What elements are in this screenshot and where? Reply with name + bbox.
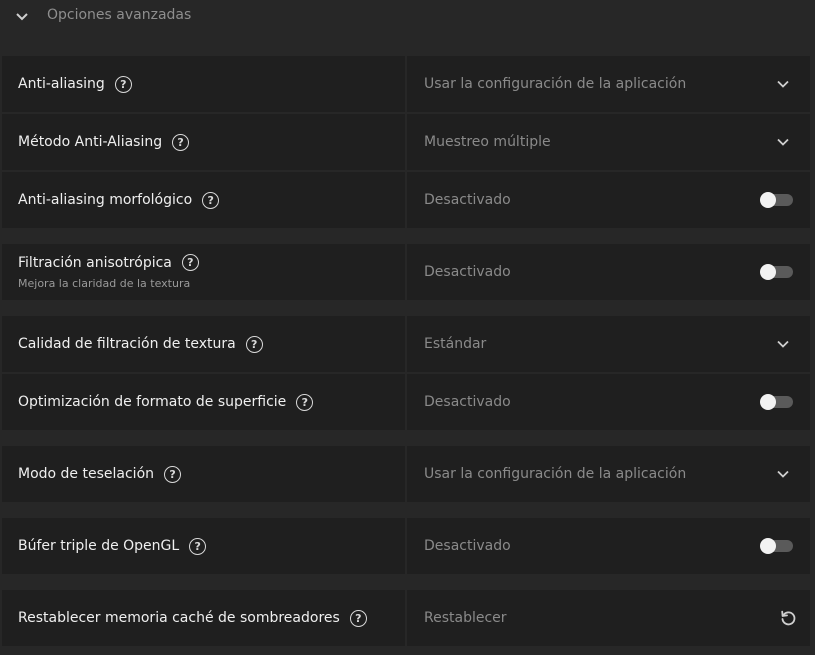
toggle-state-label: Desactivado [424, 394, 511, 410]
help-icon[interactable]: ? [245, 335, 263, 353]
setting-row-anisotropic-filtering: Filtración anisotrópica ? Mejora la clar… [2, 244, 810, 300]
anti-aliasing-method-dropdown[interactable]: Muestreo múltiple [407, 114, 810, 170]
help-icon[interactable]: ? [172, 133, 190, 151]
reset-label: Restablecer [424, 610, 507, 626]
help-icon[interactable]: ? [181, 254, 199, 271]
surface-format-optimization-toggle[interactable] [760, 394, 793, 410]
opengl-triple-buffering-toggle[interactable] [760, 538, 793, 554]
reset-shader-cache-button[interactable]: Restablecer [407, 590, 810, 646]
setting-label: Búfer triple de OpenGL [18, 538, 180, 554]
help-icon[interactable]: ? [296, 393, 314, 411]
help-icon[interactable]: ? [164, 465, 182, 483]
toggle-state-label: Desactivado [424, 192, 511, 208]
setting-label: Método Anti-Aliasing [18, 134, 163, 150]
anti-aliasing-dropdown[interactable]: Usar la configuración de la aplicación [407, 56, 810, 112]
setting-row-reset-shader-cache: Restablecer memoria caché de sombreadore… [2, 590, 810, 646]
help-icon[interactable]: ? [349, 609, 367, 627]
toggle-knob [760, 192, 776, 208]
setting-label: Modo de teselación [18, 466, 155, 482]
texture-filtering-quality-dropdown[interactable]: Estándar [407, 316, 810, 372]
setting-label: Restablecer memoria caché de sombreadore… [18, 610, 340, 626]
chevron-down-icon [777, 340, 789, 348]
dropdown-value: Estándar [424, 336, 487, 352]
anisotropic-filtering-toggle[interactable] [760, 264, 793, 280]
chevron-down-icon [777, 80, 789, 88]
chevron-down-icon [777, 470, 789, 478]
setting-row-anti-aliasing-method: Método Anti-Aliasing ? Muestreo múltiple [2, 114, 810, 170]
setting-row-morphological-aa: Anti-aliasing morfológico ? Desactivado [2, 172, 810, 228]
setting-label: Anti-aliasing morfológico [18, 192, 193, 208]
dropdown-value: Usar la configuración de la aplicación [424, 466, 687, 482]
help-icon[interactable]: ? [189, 537, 207, 555]
toggle-state-label: Desactivado [424, 264, 511, 280]
morphological-aa-toggle[interactable] [760, 192, 793, 208]
setting-label: Filtración anisotrópica [18, 254, 172, 271]
setting-description: Mejora la claridad de la textura [18, 277, 191, 290]
setting-row-opengl-triple-buffering: Búfer triple de OpenGL ? Desactivado [2, 518, 810, 574]
setting-label: Optimización de formato de superficie [18, 394, 287, 410]
toggle-knob [760, 394, 776, 410]
reset-icon [781, 610, 796, 626]
tessellation-mode-dropdown[interactable]: Usar la configuración de la aplicación [407, 446, 810, 502]
setting-row-surface-format-optimization: Optimización de formato de superficie ? … [2, 374, 810, 430]
setting-row-texture-filtering-quality: Calidad de filtración de textura ? Están… [2, 316, 810, 372]
chevron-down-icon [16, 13, 28, 21]
toggle-state-label: Desactivado [424, 538, 511, 554]
section-title: Opciones avanzadas [47, 7, 192, 23]
dropdown-value: Muestreo múltiple [424, 134, 551, 150]
chevron-down-icon [777, 138, 789, 146]
setting-label: Anti-aliasing [18, 76, 105, 92]
setting-row-tessellation-mode: Modo de teselación ? Usar la configuraci… [2, 446, 810, 502]
toggle-knob [760, 538, 776, 554]
toggle-knob [760, 264, 776, 280]
advanced-options-header[interactable]: Opciones avanzadas [0, 0, 815, 34]
help-icon[interactable]: ? [202, 191, 220, 209]
setting-label: Calidad de filtración de textura [18, 336, 236, 352]
setting-row-anti-aliasing: Anti-aliasing ? Usar la configuración de… [2, 56, 810, 112]
dropdown-value: Usar la configuración de la aplicación [424, 76, 687, 92]
help-icon[interactable]: ? [114, 75, 132, 93]
